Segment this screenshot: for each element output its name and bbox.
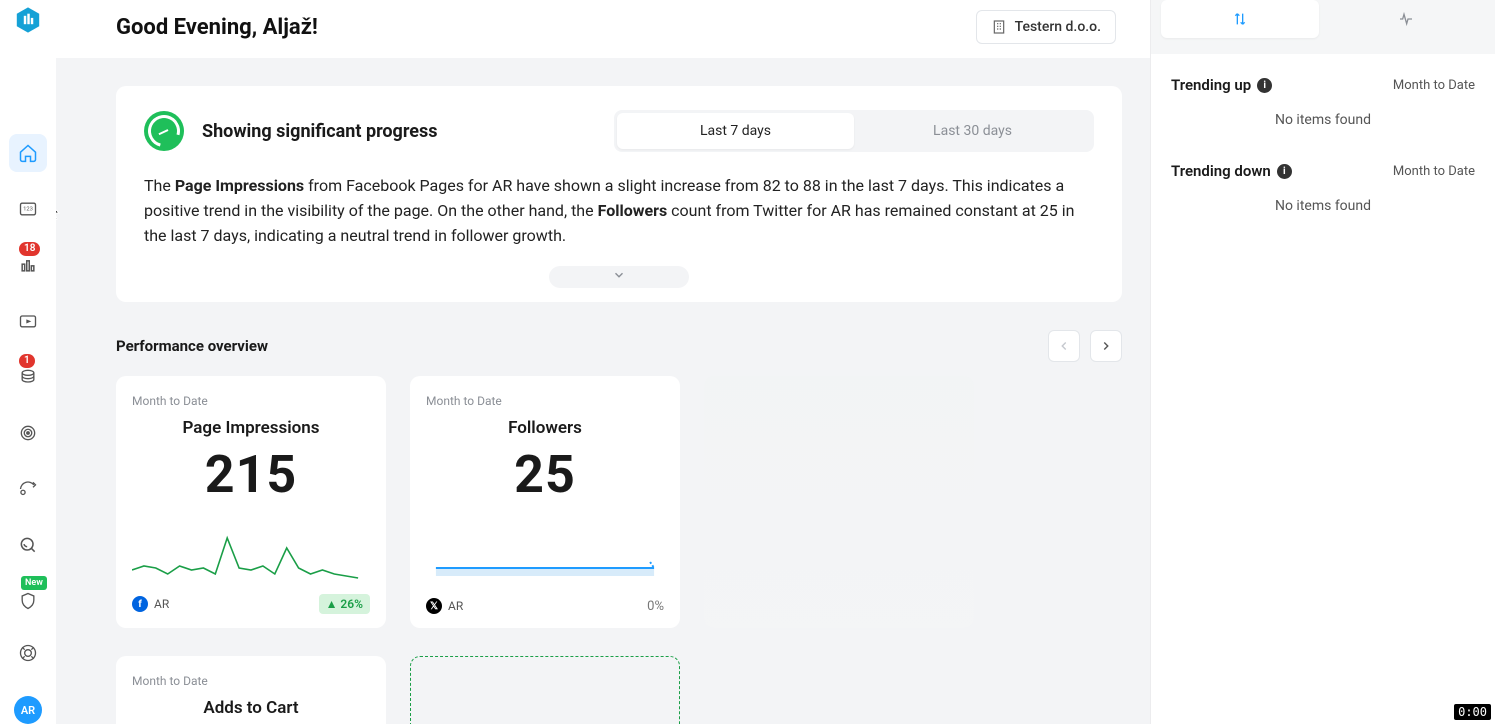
svg-text:123: 123 [23,207,33,213]
info-icon[interactable]: i [1257,78,1272,93]
metric-source: 𝕏 AR [426,598,463,614]
nav-goals[interactable] [9,414,47,452]
lifebuoy-icon [18,643,38,663]
tab-trending[interactable] [1161,0,1319,38]
performance-title: Performance overview [116,337,268,355]
tab-activity[interactable] [1327,0,1485,38]
scoreboard-icon: 123 [18,199,38,219]
chevron-right-icon [1099,339,1113,353]
insight-title: Showing significant progress [202,121,437,142]
trending-up-range: Month to Date [1393,78,1475,93]
metric-value: 215 [132,444,370,505]
expand-insight[interactable] [549,266,689,288]
header: Good Evening, Aljaž! Testern d.o.o. [56,0,1150,58]
metric-name: Adds to Cart [132,698,370,718]
sparkline [132,513,370,586]
metric-period: Month to Date [426,394,664,408]
metric-card-skeleton [704,376,974,628]
search-icon [18,535,38,555]
nav-media[interactable] [9,302,47,340]
chevron-down-icon [612,268,626,282]
info-icon[interactable]: i [1277,164,1292,179]
nav-new-feature[interactable]: New [9,582,47,620]
user-avatar[interactable]: AR [14,696,42,724]
greeting-text: Good Evening, Aljaž! [116,15,318,40]
trending-up-empty: No items found [1171,112,1475,128]
video-timer-overlay: 0:00 [1454,704,1491,720]
logo-icon[interactable] [14,6,42,34]
metric-value: 25 [426,444,664,505]
sparkline [426,513,664,590]
sort-icon [1232,11,1248,27]
range-30d[interactable]: Last 30 days [854,113,1091,149]
org-name: Testern d.o.o. [1015,19,1101,35]
nav-help[interactable] [9,634,47,672]
pager-next[interactable] [1090,330,1122,362]
nav-alerts[interactable] [9,470,47,508]
nav-budget[interactable]: 1 [9,358,47,396]
metric-name: Followers [426,418,664,438]
nav-scoreboard[interactable]: 123 [9,190,47,228]
gauge-icon [144,111,184,151]
target-icon [18,423,38,443]
metric-delta: 0% [647,599,664,614]
badge: 1 [19,354,35,368]
right-panel: Trending up i Month to Date No items fou… [1150,0,1495,724]
nav-reports[interactable]: 18 [9,246,47,284]
chevron-left-icon [1057,339,1071,353]
org-selector[interactable]: Testern d.o.o. [976,10,1116,44]
media-icon [18,311,38,331]
metric-card-followers[interactable]: Month to Date Followers 25 𝕏 AR [410,376,680,628]
x-icon: 𝕏 [426,598,442,614]
range-7d[interactable]: Last 7 days [617,113,854,149]
metric-card-page-impressions[interactable]: Month to Date Page Impressions 215 f AR [116,376,386,628]
trending-up-label: Trending up [1171,76,1251,94]
metric-name: Page Impressions [132,418,370,438]
trending-down-empty: No items found [1171,198,1475,214]
trending-down-range: Month to Date [1393,164,1475,179]
metric-delta: ▲ 26% [319,594,370,614]
trending-down-block: Trending down i Month to Date No items f… [1171,162,1475,214]
trending-up-block: Trending up i Month to Date No items fou… [1171,76,1475,128]
insight-body: The Page Impressions from Facebook Pages… [144,174,1094,248]
metric-card-adds-to-cart[interactable]: Month to Date Adds to Cart [116,656,386,724]
sidebar: 123 18 1 New [0,0,56,724]
badge: 18 [19,242,40,256]
metric-period: Month to Date [132,674,370,688]
coins-icon [18,367,38,387]
metric-source: f AR [132,596,169,612]
range-toggle: Last 7 days Last 30 days [614,110,1094,152]
building-icon [991,19,1007,35]
bell-icon [18,479,38,499]
add-metric-placeholder[interactable] [410,656,680,724]
badge-new: New [21,576,47,590]
nav-search[interactable] [9,526,47,564]
nav-home[interactable] [9,134,47,172]
pulse-icon [1398,11,1414,27]
home-icon [18,143,38,163]
shield-icon [18,591,38,611]
facebook-icon: f [132,596,148,612]
pager-prev[interactable] [1048,330,1080,362]
chart-icon [18,255,38,275]
metric-period: Month to Date [132,394,370,408]
trending-down-label: Trending down [1171,162,1271,180]
insight-card: Showing significant progress Last 7 days… [116,86,1122,302]
